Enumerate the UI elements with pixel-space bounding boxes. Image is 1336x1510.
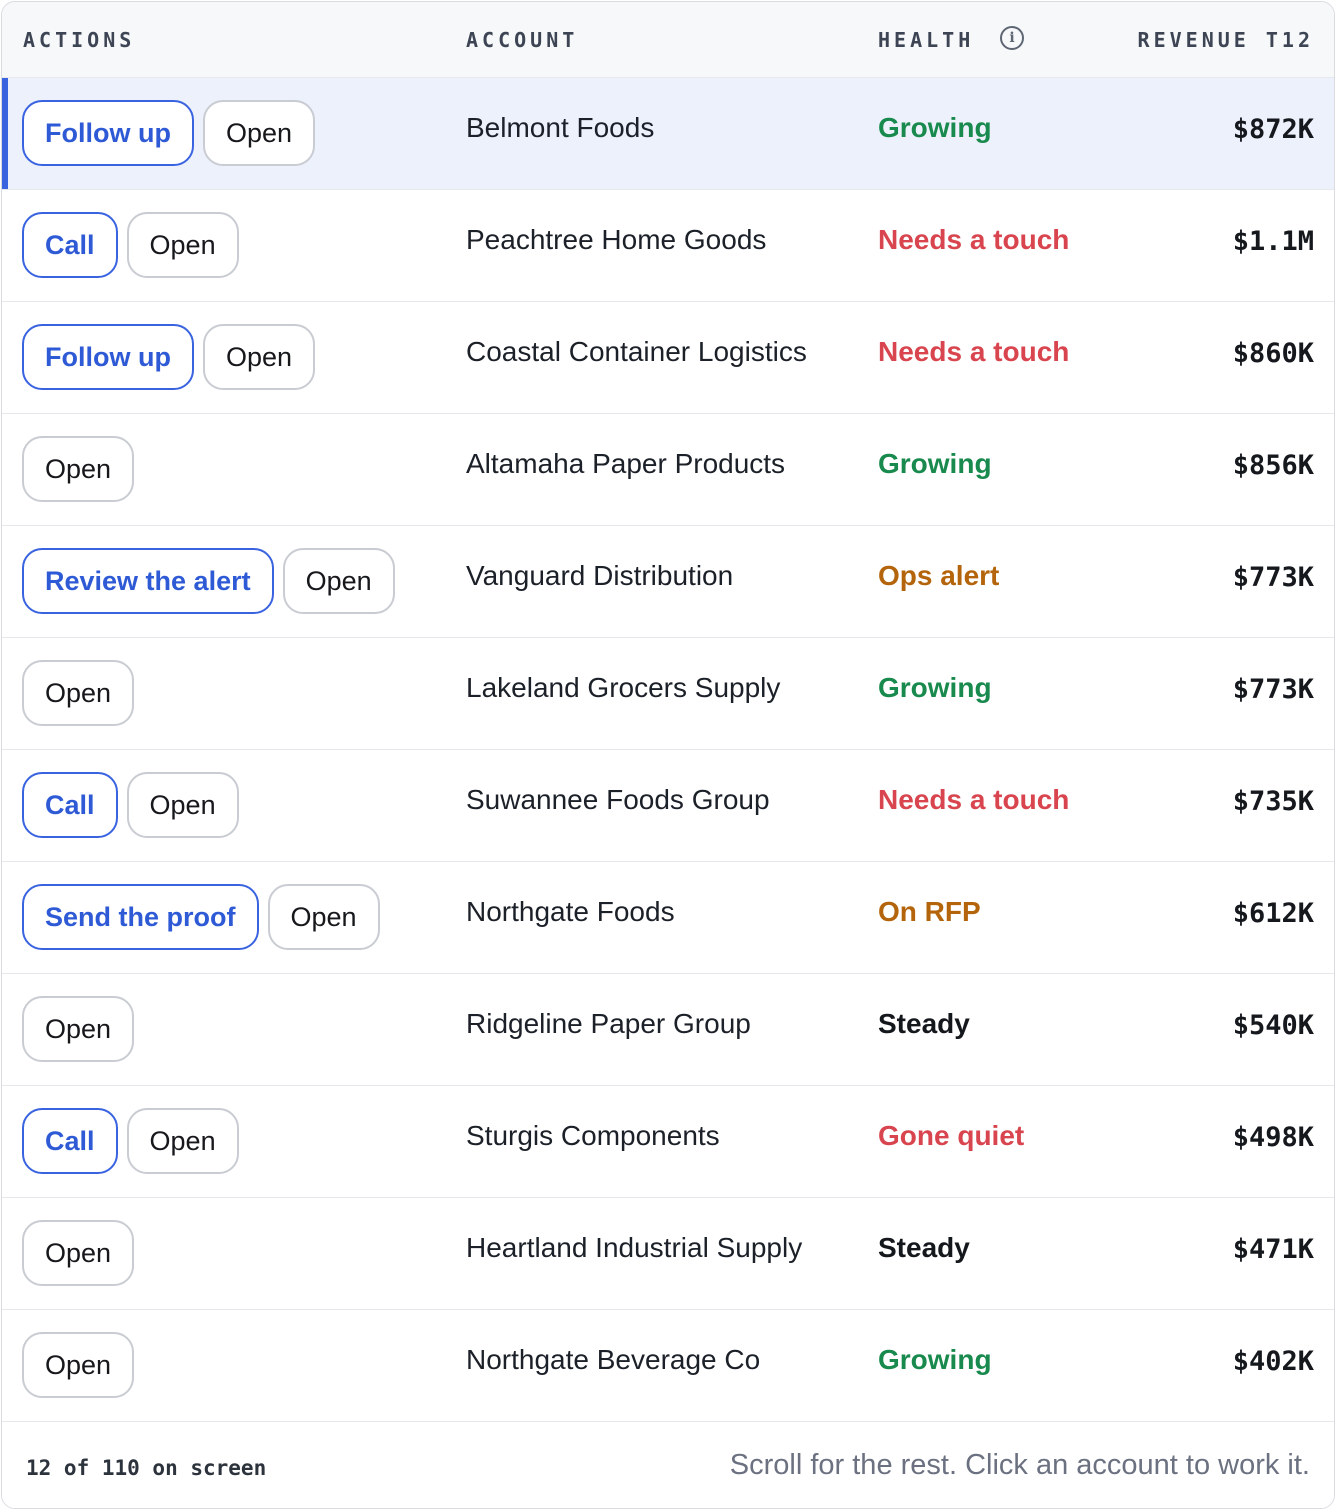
row-actions: Review the alert Open (22, 548, 395, 614)
row-count: 12 of 110 on screen (26, 1456, 267, 1480)
accounts-table: ACTIONS ACCOUNT HEALTH i REVENUE T12 Fol… (1, 1, 1335, 1509)
row-actions: Open (22, 436, 135, 502)
table-row[interactable]: Open Altamaha Paper Products Growing $856K (2, 414, 1334, 526)
row-actions: Send the proof Open (22, 884, 380, 950)
account-name[interactable]: Belmont Foods (466, 112, 654, 144)
open-button[interactable]: Open (22, 996, 135, 1062)
table-footer: 12 of 110 on screen Scroll for the rest.… (2, 1422, 1334, 1508)
account-name[interactable]: Suwannee Foods Group (466, 784, 770, 816)
health-status: Needs a touch (878, 224, 1070, 255)
action-button[interactable]: Call (22, 1108, 118, 1174)
account-name[interactable]: Heartland Industrial Supply (466, 1232, 802, 1264)
revenue-value: $612K (1232, 898, 1314, 929)
open-button[interactable]: Open (22, 436, 135, 502)
row-actions: Open (22, 660, 135, 726)
table-row[interactable]: Call Open Suwannee Foods Group Needs a touc… (2, 750, 1334, 862)
open-button[interactable]: Open (282, 548, 395, 614)
table-row[interactable]: Open Ridgeline Paper Group Steady $540K (2, 974, 1334, 1086)
row-actions: Open (22, 1332, 135, 1398)
row-actions: Call Open (22, 212, 239, 278)
health-status: Ops alert (878, 560, 1000, 591)
revenue-value: $856K (1232, 450, 1314, 481)
table-row[interactable]: Call Open Sturgis Components Gone quiet $498… (2, 1086, 1334, 1198)
table-row[interactable]: Call Open Peachtree Home Goods Needs a touc… (2, 190, 1334, 302)
open-button[interactable]: Open (202, 100, 316, 166)
account-name[interactable]: Ridgeline Paper Group (466, 1008, 751, 1040)
revenue-value: $1.1M (1232, 226, 1314, 257)
row-actions: Call Open (22, 1108, 239, 1174)
account-name[interactable]: Lakeland Grocers Supply (466, 672, 780, 704)
open-button[interactable]: Open (126, 772, 239, 838)
revenue-value: $872K (1232, 114, 1314, 145)
table-row[interactable]: Open Lakeland Grocers Supply Growing $773K (2, 638, 1334, 750)
account-name[interactable]: Northgate Foods (466, 896, 675, 928)
column-header-revenue[interactable]: REVENUE T12 (1138, 28, 1314, 52)
action-button[interactable]: Call (22, 212, 118, 278)
info-icon[interactable]: i (1000, 26, 1024, 50)
health-status: Growing (878, 112, 992, 143)
health-status: On RFP (878, 896, 981, 927)
row-actions: Follow up Open (22, 100, 316, 166)
health-status: Growing (878, 1344, 992, 1375)
revenue-value: $773K (1232, 674, 1314, 705)
column-header-actions: ACTIONS (23, 28, 136, 52)
revenue-value: $498K (1232, 1122, 1314, 1153)
table-row[interactable]: Review the alert Open Vanguard Distributio… (2, 526, 1334, 638)
account-name[interactable]: Northgate Beverage Co (466, 1344, 760, 1376)
column-header-health[interactable]: HEALTH (878, 28, 974, 52)
revenue-value: $402K (1232, 1346, 1314, 1377)
open-button[interactable]: Open (202, 324, 316, 390)
action-button[interactable]: Follow up (22, 100, 194, 166)
row-actions: Follow up Open (22, 324, 316, 390)
account-name[interactable]: Coastal Container Logistics (466, 336, 807, 368)
open-button[interactable]: Open (126, 212, 239, 278)
column-header-account[interactable]: ACCOUNT (466, 28, 578, 52)
table-header: ACTIONS ACCOUNT HEALTH i REVENUE T12 (2, 2, 1334, 78)
account-name[interactable]: Altamaha Paper Products (466, 448, 785, 480)
table-row[interactable]: Open Northgate Beverage Co Growing $402K (2, 1310, 1334, 1422)
open-button[interactable]: Open (126, 1108, 239, 1174)
action-button[interactable]: Call (22, 772, 118, 838)
open-button[interactable]: Open (22, 1220, 135, 1286)
open-button[interactable]: Open (22, 1332, 135, 1398)
row-actions: Call Open (22, 772, 239, 838)
health-status: Steady (878, 1232, 970, 1263)
account-name[interactable]: Vanguard Distribution (466, 560, 733, 592)
account-name[interactable]: Sturgis Components (466, 1120, 720, 1152)
health-status: Needs a touch (878, 784, 1070, 815)
revenue-value: $471K (1232, 1234, 1314, 1265)
revenue-value: $773K (1232, 562, 1314, 593)
revenue-value: $540K (1232, 1010, 1314, 1041)
action-button[interactable]: Follow up (22, 324, 194, 390)
row-actions: Open (22, 996, 135, 1062)
table-row[interactable]: Follow up Open Coastal Container Logistics… (2, 302, 1334, 414)
account-name[interactable]: Peachtree Home Goods (466, 224, 766, 256)
action-button[interactable]: Send the proof (22, 884, 259, 950)
open-button[interactable]: Open (267, 884, 380, 950)
health-status: Gone quiet (878, 1120, 1025, 1151)
table-row[interactable]: Send the proof Open Northgate Foods On RFP $… (2, 862, 1334, 974)
scroll-hint: Scroll for the rest. Click an account to… (729, 1449, 1310, 1481)
row-actions: Open (22, 1220, 135, 1286)
revenue-value: $735K (1232, 786, 1314, 817)
revenue-value: $860K (1232, 338, 1314, 369)
action-button[interactable]: Review the alert (22, 548, 274, 614)
open-button[interactable]: Open (22, 660, 135, 726)
health-status: Needs a touch (878, 336, 1070, 367)
table-row[interactable]: Follow up Open Belmont Foods Growing $872K (2, 78, 1334, 190)
health-status: Growing (878, 448, 992, 479)
health-status: Growing (878, 672, 992, 703)
health-status: Steady (878, 1008, 970, 1039)
table-row[interactable]: Open Heartland Industrial Supply Steady $47… (2, 1198, 1334, 1310)
